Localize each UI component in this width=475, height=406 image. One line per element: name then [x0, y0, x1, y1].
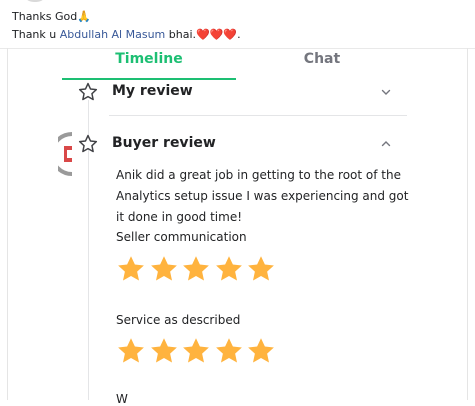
avatar[interactable]	[22, 0, 48, 2]
star-filled-icon	[215, 338, 242, 363]
star-filled-icon	[183, 256, 209, 281]
chevron-up-icon[interactable]	[380, 138, 392, 150]
star-filled-icon	[150, 338, 177, 363]
comment-prefix: Thank u	[12, 28, 60, 41]
mention-link[interactable]: Abdullah Al Masum	[60, 28, 166, 41]
chevron-down-icon[interactable]	[380, 86, 392, 98]
rating-label-seller-communication: Seller communication	[116, 230, 247, 244]
star-filled-icon	[248, 256, 274, 281]
comment-line-thankyou: Thank u Abdullah Al Masum bhai.❤️❤️❤️.	[12, 28, 241, 41]
active-tab-indicator	[62, 78, 236, 80]
seller-logo-icon	[58, 132, 72, 176]
divider	[0, 48, 475, 49]
review-text: Anik did a great job in getting to the r…	[116, 168, 409, 224]
buyer-review-title: Buyer review	[112, 135, 216, 151]
my-review-title: My review	[112, 83, 193, 99]
rating-label-partial: W	[116, 392, 128, 406]
pray-emoji-icon: 🙏	[77, 10, 91, 23]
comment-block: Thanks God🙏 Thank u Abdullah Al Masum bh…	[0, 0, 475, 48]
comment-suffix: bhai.	[165, 28, 197, 41]
row-divider	[109, 115, 407, 116]
star-filled-icon	[248, 338, 274, 363]
rating-label-service-as-described: Service as described	[116, 313, 241, 327]
comment-line-thanks: Thanks God🙏	[12, 10, 91, 23]
tab-chat[interactable]: Chat	[236, 50, 408, 78]
hearts-emoji-icon: ❤️❤️❤️	[196, 28, 238, 41]
star-outline-icon	[78, 82, 98, 101]
frame-border-left	[7, 48, 8, 400]
tab-timeline[interactable]: Timeline	[62, 50, 236, 78]
star-filled-icon	[118, 256, 144, 281]
frame-border-right	[467, 48, 468, 400]
star-filled-icon	[215, 256, 242, 281]
star-outline-icon	[78, 134, 98, 153]
star-filled-icon	[183, 338, 209, 363]
star-filled-icon	[118, 338, 144, 363]
star-filled-icon	[150, 256, 177, 281]
comment-text: Thanks God	[12, 10, 78, 23]
comment-end: .	[237, 28, 241, 41]
